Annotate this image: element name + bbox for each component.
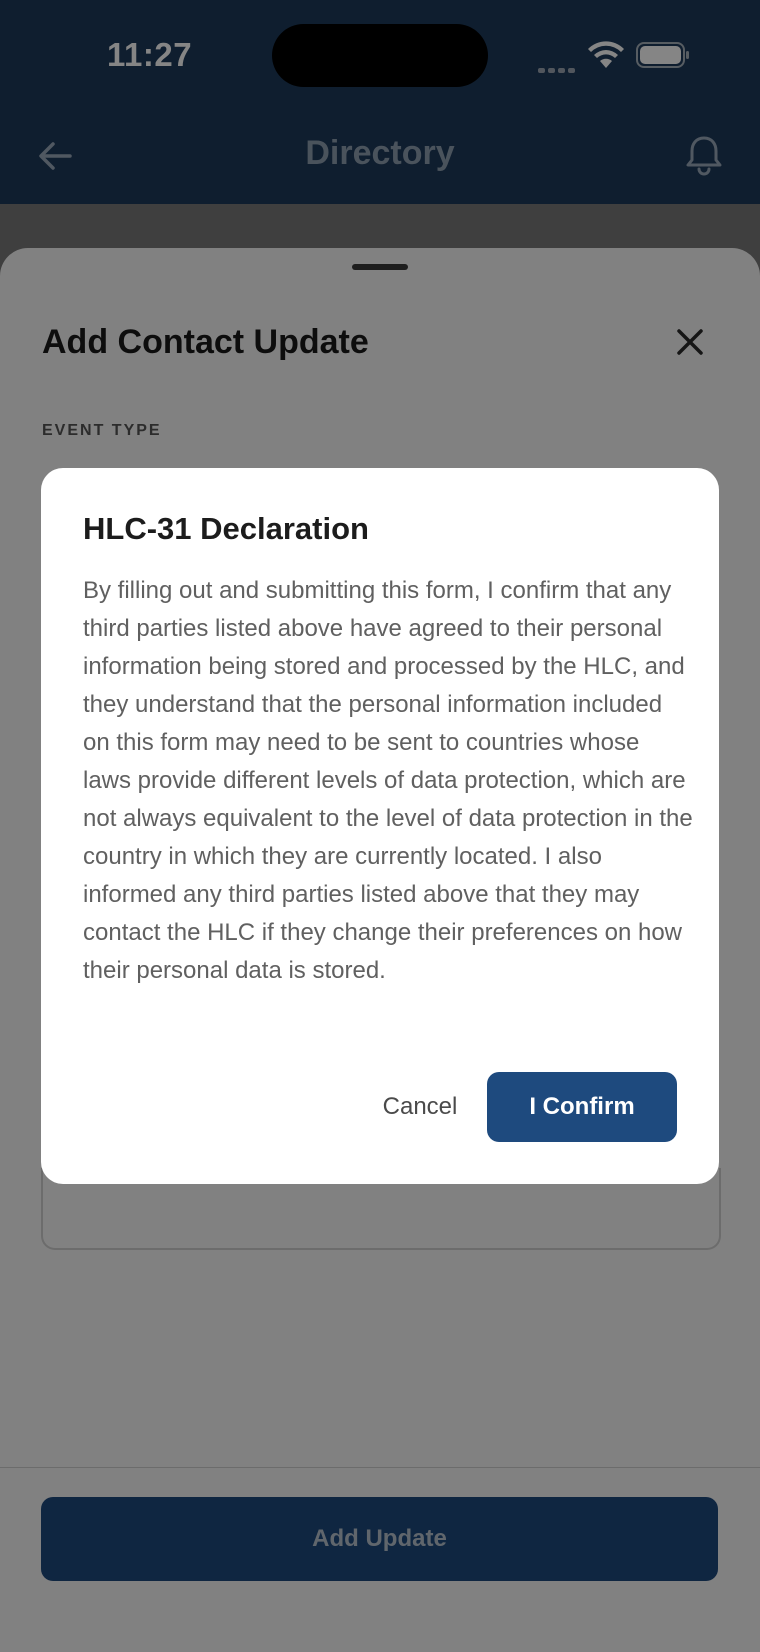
- cancel-button[interactable]: Cancel: [359, 1072, 481, 1142]
- dialog-body-text: By filling out and submitting this form,…: [83, 577, 693, 984]
- dialog-title: HLC-31 Declaration: [83, 511, 369, 546]
- confirm-button[interactable]: I Confirm: [487, 1072, 677, 1142]
- declaration-dialog: HLC-31 Declaration By filling out and su…: [41, 468, 719, 1184]
